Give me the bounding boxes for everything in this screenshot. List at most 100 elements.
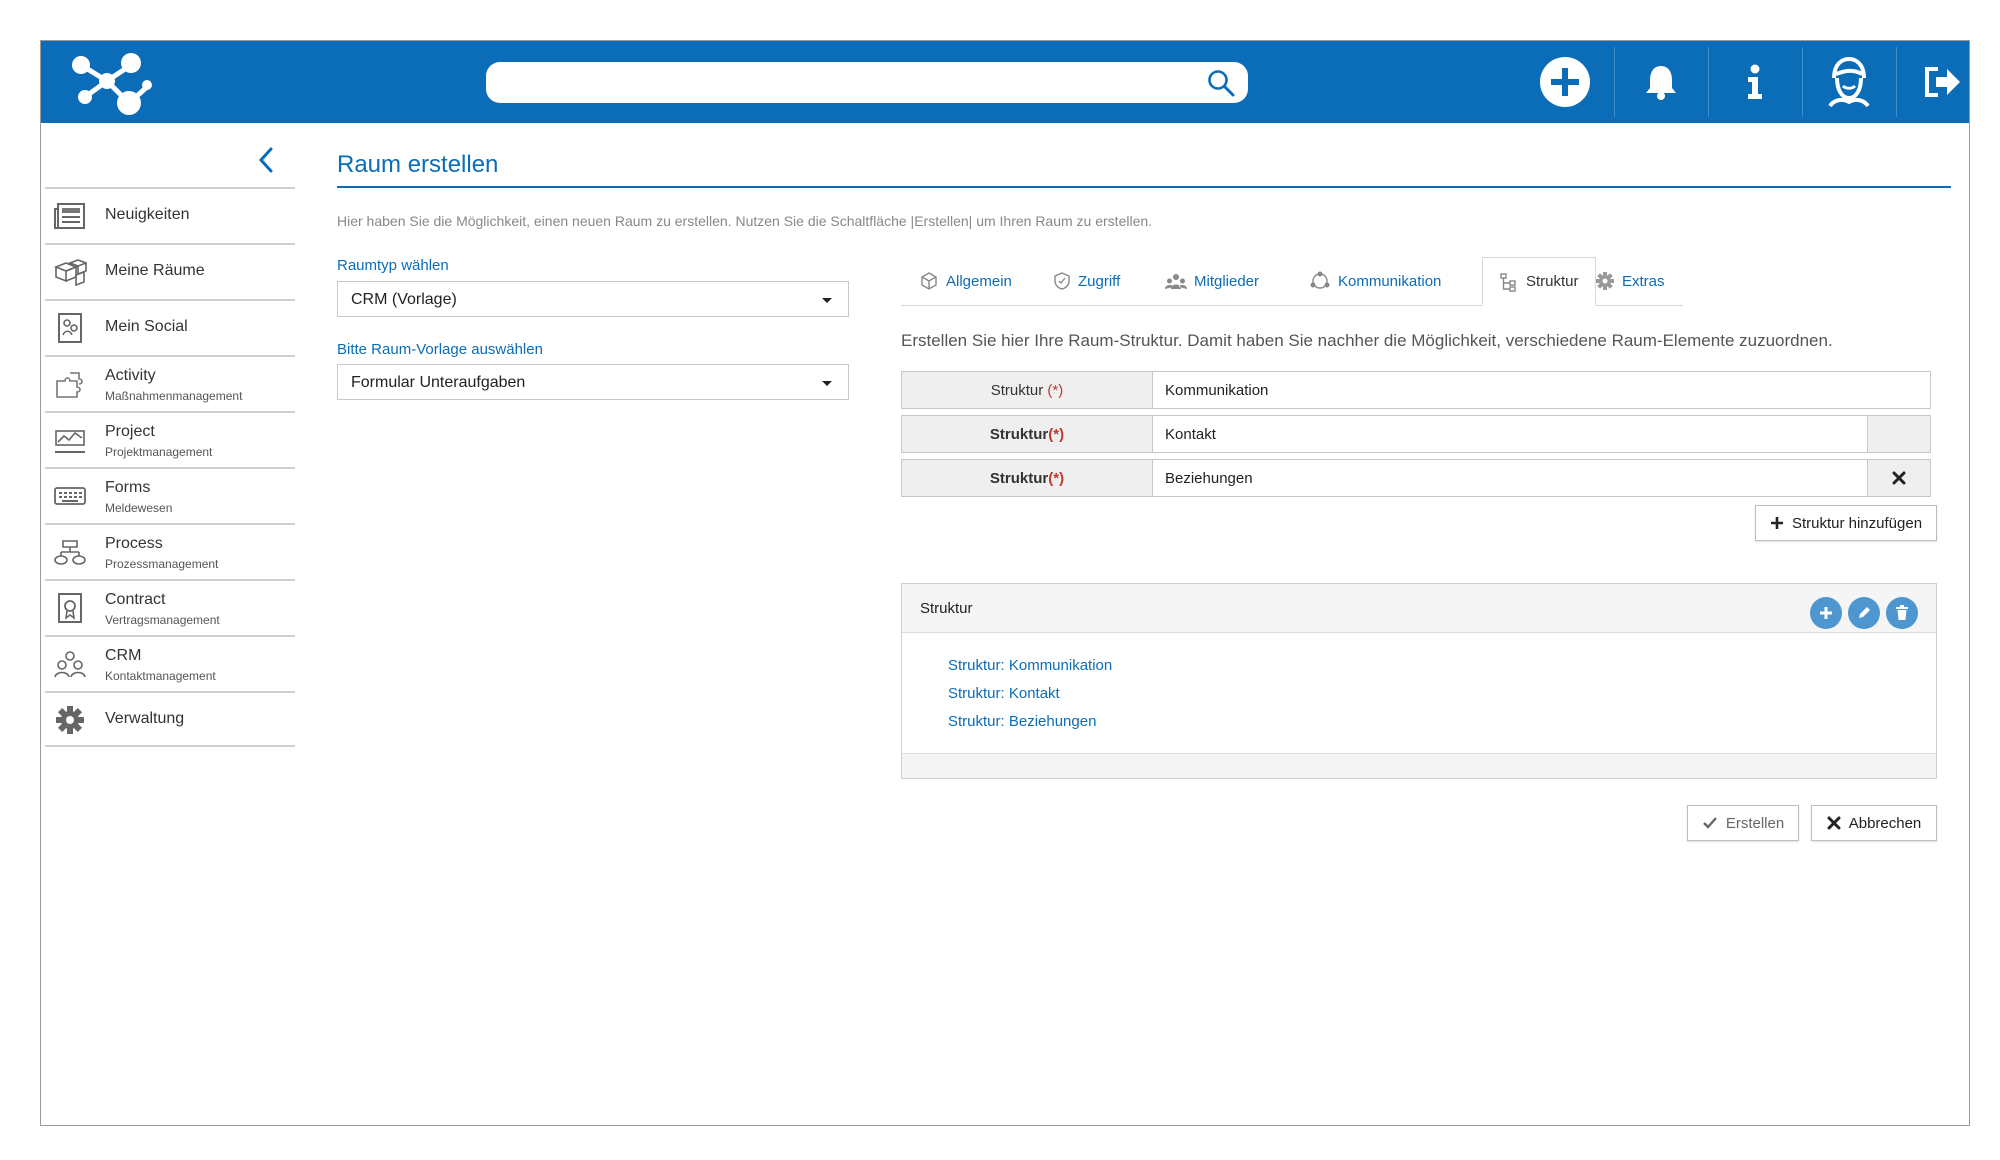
plus-icon: [1770, 517, 1783, 529]
sidebar-item-project[interactable]: Project Projektmanagement: [45, 411, 295, 467]
struktur-input[interactable]: Kommunikation: [1165, 382, 1268, 399]
struktur-input[interactable]: Kontakt: [1165, 426, 1216, 443]
sidebar-item-forms[interactable]: Forms Meldewesen: [45, 467, 295, 523]
struktur-tree: Struktur: Kommunikation Struktur: Kontak…: [948, 656, 1112, 740]
crm-people-icon: [54, 651, 86, 678]
close-icon: [1827, 816, 1841, 830]
sidebar-item-sublabel: Vertragsmanagement: [105, 613, 220, 627]
tab-label: Extras: [1622, 272, 1665, 290]
struktur-row-label: Struktur (*): [902, 460, 1153, 496]
contract-icon: [58, 593, 82, 623]
sidebar-item-mein-social[interactable]: Mein Social: [45, 299, 295, 355]
struktur-row: Struktur (*) Beziehungen: [901, 459, 1931, 497]
info-button[interactable]: [1709, 41, 1801, 123]
tree-node[interactable]: Struktur: Beziehungen: [948, 712, 1112, 740]
add-struktur-label: Struktur hinzufügen: [1791, 514, 1923, 532]
tab-mitglieder[interactable]: Mitglieder: [1165, 257, 1259, 305]
bell-icon: [1646, 66, 1676, 100]
logout-button[interactable]: [1897, 41, 1969, 123]
plus-circle-icon: [1540, 57, 1590, 107]
notifications-button[interactable]: [1615, 41, 1707, 123]
sidebar-item-label: Verwaltung: [105, 710, 185, 727]
sidebar-item-label: Activity: [105, 367, 156, 384]
create-label: Erstellen: [1725, 814, 1785, 832]
collapse-sidebar-icon[interactable]: [255, 145, 277, 175]
cancel-button[interactable]: Abbrechen: [1811, 805, 1937, 841]
sidebar-item-contract[interactable]: Contract Vertragsmanagement: [45, 579, 295, 635]
tree-node[interactable]: Struktur: Kontakt: [948, 684, 1112, 712]
gear-icon: [56, 706, 84, 734]
delete-node-button[interactable]: [1886, 597, 1918, 629]
tab-struktur[interactable]: Struktur: [1482, 257, 1596, 306]
raumtyp-select[interactable]: CRM (Vorlage): [337, 281, 849, 317]
tree-icon: [1500, 272, 1516, 292]
sidebar-item-label: Mein Social: [105, 318, 188, 335]
shield-icon: [1054, 272, 1070, 290]
struktur-row: Struktur (*) Kommunikation: [901, 371, 1931, 409]
add-struktur-button[interactable]: Struktur hinzufügen: [1755, 505, 1937, 541]
struktur-input[interactable]: Beziehungen: [1165, 470, 1253, 487]
search-input[interactable]: [500, 68, 1184, 98]
panel-header: Struktur: [902, 584, 1936, 633]
boxes-icon: [53, 259, 87, 287]
puzzle-icon: [56, 372, 83, 398]
search-box[interactable]: [486, 62, 1248, 103]
tab-label: Kommunikation: [1338, 272, 1442, 290]
raumtyp-value: CRM (Vorlage): [351, 291, 457, 308]
profile-button[interactable]: [1803, 41, 1895, 123]
sidebar-item-label: Forms: [105, 479, 151, 496]
logout-icon: [1925, 67, 1960, 97]
sidebar-item-sublabel: Projektmanagement: [105, 445, 213, 459]
sidebar-item-verwaltung[interactable]: Verwaltung: [45, 691, 295, 747]
sidebar-item-label: Neuigkeiten: [105, 206, 190, 223]
sidebar-item-label: Project: [105, 423, 155, 440]
members-icon: [1165, 274, 1187, 289]
info-icon: [1748, 64, 1762, 99]
struktur-row: Struktur (*) Kontakt: [901, 415, 1931, 453]
create-button[interactable]: [1519, 41, 1611, 123]
required-marker: (*): [1047, 381, 1064, 399]
tab-label: Allgemein: [946, 272, 1012, 290]
required-marker: (*): [1048, 425, 1065, 443]
edit-node-button[interactable]: [1848, 597, 1880, 629]
page-intro: Hier haben Sie die Möglichkeit, einen ne…: [337, 213, 1153, 229]
tab-extras[interactable]: Extras: [1595, 257, 1665, 305]
sidebar-item-label: Process: [105, 535, 163, 552]
struktur-intro: Erstellen Sie hier Ihre Raum-Struktur. D…: [901, 331, 1833, 350]
sidebar-item-sublabel: Kontaktmanagement: [105, 669, 216, 683]
avatar-icon: [1828, 56, 1870, 108]
project-chart-icon: [55, 430, 85, 453]
panel-footer: [902, 753, 1936, 778]
panel-title: Struktur: [920, 600, 973, 617]
remove-row-button[interactable]: [1867, 460, 1930, 496]
page-title: Raum erstellen: [337, 151, 499, 178]
gear-icon: [1596, 272, 1614, 290]
newspaper-icon: [54, 203, 85, 229]
sidebar-item-activity[interactable]: Activity Maßnahmenmanagement: [45, 355, 295, 411]
create-button[interactable]: Erstellen: [1687, 805, 1799, 841]
close-icon: [1892, 471, 1906, 485]
tab-allgemein[interactable]: Allgemein: [919, 257, 1012, 305]
struktur-label-text: Struktur: [989, 469, 1049, 487]
sidebar-item-label: Meine Räume: [105, 262, 205, 279]
struktur-label-text: Struktur: [990, 381, 1044, 399]
add-node-button[interactable]: [1810, 597, 1842, 629]
sidebar-item-process[interactable]: Process Prozessmanagement: [45, 523, 295, 579]
sidebar-item-meine-raeume[interactable]: Meine Räume: [45, 243, 295, 299]
search-icon[interactable]: [1206, 68, 1236, 98]
plus-icon: [1820, 607, 1832, 619]
tree-node[interactable]: Struktur: Kommunikation: [948, 656, 1112, 684]
network-logo-icon[interactable]: [63, 47, 153, 117]
tab-label: Struktur: [1526, 273, 1579, 290]
social-icon: [58, 313, 82, 343]
sidebar-item-crm[interactable]: CRM Kontaktmanagement: [45, 635, 295, 691]
sidebar-nav: Neuigkeiten Meine Räume Mein Social Acti…: [45, 187, 295, 747]
chat-icon: [1310, 271, 1330, 289]
tab-kommunikation[interactable]: Kommunikation: [1309, 257, 1441, 305]
sidebar-item-sublabel: Maßnahmenmanagement: [105, 389, 243, 403]
tab-zugriff[interactable]: Zugriff: [1053, 257, 1120, 305]
sidebar-item-neuigkeiten[interactable]: Neuigkeiten: [45, 187, 295, 243]
vorlage-select[interactable]: Formular Unteraufgaben: [337, 364, 849, 400]
raumtyp-label: Raumtyp wählen: [337, 257, 449, 274]
pencil-icon: [1859, 607, 1870, 618]
